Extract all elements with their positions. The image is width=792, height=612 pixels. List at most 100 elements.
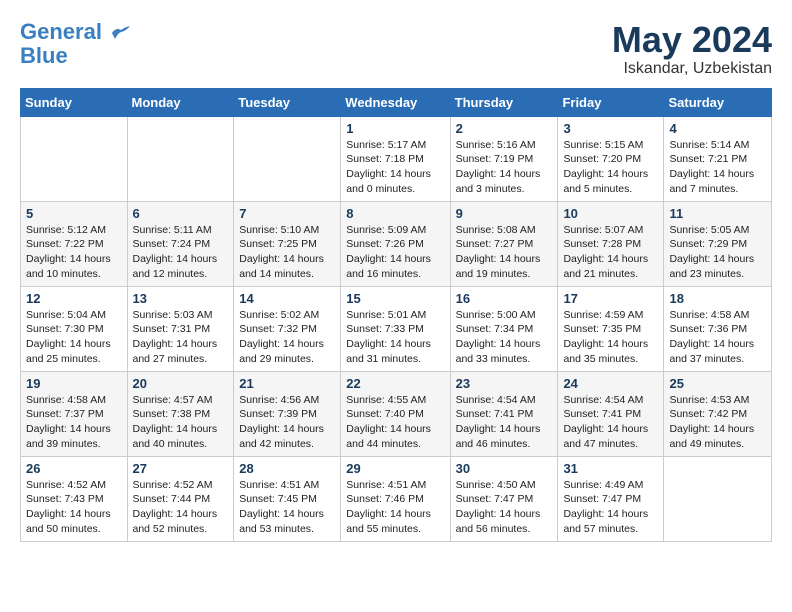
calendar-cell: 21 Sunrise: 4:56 AMSunset: 7:39 PMDayligh…	[234, 371, 341, 456]
calendar-cell: 16Sunrise: 5:00 AMSunset: 7:34 PMDayligh…	[450, 286, 558, 371]
calendar-week-row: 1 Sunrise: 5:17 AMSunset: 7:18 PMDaylight…	[21, 116, 772, 201]
day-number: 29	[346, 461, 444, 476]
day-info: Sunrise: 5:08 AMSunset: 7:27 PMDaylight:…	[456, 223, 553, 282]
weekday-header-sunday: Sunday	[21, 88, 128, 116]
day-number: 15	[346, 291, 444, 306]
weekday-header-wednesday: Wednesday	[341, 88, 450, 116]
day-info: Sunrise: 5:07 AMSunset: 7:28 PMDaylight:…	[563, 223, 658, 282]
calendar-cell: 6 Sunrise: 5:11 AMSunset: 7:24 PMDaylight…	[127, 201, 234, 286]
calendar-cell: 18 Sunrise: 4:58 AMSunset: 7:36 PMDayligh…	[664, 286, 772, 371]
day-number: 26	[26, 461, 122, 476]
day-number: 24	[563, 376, 658, 391]
day-info: Sunrise: 4:52 AMSunset: 7:44 PMDaylight:…	[133, 478, 229, 537]
day-info: Sunrise: 5:14 AMSunset: 7:21 PMDaylight:…	[669, 138, 766, 197]
calendar-cell: 17 Sunrise: 4:59 AMSunset: 7:35 PMDayligh…	[558, 286, 664, 371]
day-info: Sunrise: 5:16 AMSunset: 7:19 PMDaylight:…	[456, 138, 553, 197]
day-info: Sunrise: 4:58 AMSunset: 7:37 PMDaylight:…	[26, 393, 122, 452]
calendar-cell: 9Sunrise: 5:08 AMSunset: 7:27 PMDaylight…	[450, 201, 558, 286]
day-info: Sunrise: 5:09 AMSunset: 7:26 PMDaylight:…	[346, 223, 444, 282]
day-number: 3	[563, 121, 658, 136]
weekday-header-thursday: Thursday	[450, 88, 558, 116]
page-header: General Blue May 2024 Iskandar, Uzbekist…	[20, 20, 772, 78]
day-number: 1	[346, 121, 444, 136]
calendar-cell: 1 Sunrise: 5:17 AMSunset: 7:18 PMDaylight…	[341, 116, 450, 201]
day-info: Sunrise: 4:51 AMSunset: 7:46 PMDaylight:…	[346, 478, 444, 537]
day-number: 19	[26, 376, 122, 391]
day-info: Sunrise: 4:54 AMSunset: 7:41 PMDaylight:…	[456, 393, 553, 452]
day-info: Sunrise: 5:02 AMSunset: 7:32 PMDaylight:…	[239, 308, 335, 367]
day-info: Sunrise: 4:49 AMSunset: 7:47 PMDaylight:…	[563, 478, 658, 537]
calendar-cell: 19 Sunrise: 4:58 AMSunset: 7:37 PMDayligh…	[21, 371, 128, 456]
calendar-cell	[21, 116, 128, 201]
calendar-cell: 7 Sunrise: 5:10 AMSunset: 7:25 PMDaylight…	[234, 201, 341, 286]
calendar-week-row: 12Sunrise: 5:04 AMSunset: 7:30 PMDayligh…	[21, 286, 772, 371]
day-number: 21	[239, 376, 335, 391]
day-number: 31	[563, 461, 658, 476]
day-number: 14	[239, 291, 335, 306]
calendar-cell: 27 Sunrise: 4:52 AMSunset: 7:44 PMDayligh…	[127, 456, 234, 541]
day-info: Sunrise: 4:55 AMSunset: 7:40 PMDaylight:…	[346, 393, 444, 452]
logo: General Blue	[20, 20, 132, 68]
calendar-table: SundayMondayTuesdayWednesdayThursdayFrid…	[20, 88, 772, 542]
calendar-cell: 29 Sunrise: 4:51 AMSunset: 7:46 PMDayligh…	[341, 456, 450, 541]
day-number: 28	[239, 461, 335, 476]
day-info: Sunrise: 4:56 AMSunset: 7:39 PMDaylight:…	[239, 393, 335, 452]
calendar-cell: 30Sunrise: 4:50 AMSunset: 7:47 PMDayligh…	[450, 456, 558, 541]
day-info: Sunrise: 4:53 AMSunset: 7:42 PMDaylight:…	[669, 393, 766, 452]
day-info: Sunrise: 4:54 AMSunset: 7:41 PMDaylight:…	[563, 393, 658, 452]
calendar-cell: 25 Sunrise: 4:53 AMSunset: 7:42 PMDayligh…	[664, 371, 772, 456]
day-info: Sunrise: 4:57 AMSunset: 7:38 PMDaylight:…	[133, 393, 229, 452]
calendar-cell: 10 Sunrise: 5:07 AMSunset: 7:28 PMDayligh…	[558, 201, 664, 286]
day-number: 18	[669, 291, 766, 306]
calendar-week-row: 5Sunrise: 5:12 AMSunset: 7:22 PMDaylight…	[21, 201, 772, 286]
day-info: Sunrise: 5:17 AMSunset: 7:18 PMDaylight:…	[346, 138, 444, 197]
day-number: 11	[669, 206, 766, 221]
day-info: Sunrise: 4:58 AMSunset: 7:36 PMDaylight:…	[669, 308, 766, 367]
month-year-title: May 2024	[612, 20, 772, 60]
logo-blue: Blue	[20, 44, 68, 68]
logo-text: General	[20, 20, 132, 44]
day-info: Sunrise: 5:11 AMSunset: 7:24 PMDaylight:…	[133, 223, 229, 282]
calendar-cell: 20 Sunrise: 4:57 AMSunset: 7:38 PMDayligh…	[127, 371, 234, 456]
calendar-cell: 24 Sunrise: 4:54 AMSunset: 7:41 PMDayligh…	[558, 371, 664, 456]
day-number: 17	[563, 291, 658, 306]
day-info: Sunrise: 5:00 AMSunset: 7:34 PMDaylight:…	[456, 308, 553, 367]
calendar-cell	[234, 116, 341, 201]
calendar-week-row: 26 Sunrise: 4:52 AMSunset: 7:43 PMDayligh…	[21, 456, 772, 541]
day-number: 4	[669, 121, 766, 136]
calendar-cell: 23 Sunrise: 4:54 AMSunset: 7:41 PMDayligh…	[450, 371, 558, 456]
day-number: 12	[26, 291, 122, 306]
weekday-header-row: SundayMondayTuesdayWednesdayThursdayFrid…	[21, 88, 772, 116]
day-number: 27	[133, 461, 229, 476]
calendar-cell: 22Sunrise: 4:55 AMSunset: 7:40 PMDayligh…	[341, 371, 450, 456]
calendar-cell	[664, 456, 772, 541]
day-info: Sunrise: 4:59 AMSunset: 7:35 PMDaylight:…	[563, 308, 658, 367]
weekday-header-friday: Friday	[558, 88, 664, 116]
calendar-cell: 26 Sunrise: 4:52 AMSunset: 7:43 PMDayligh…	[21, 456, 128, 541]
day-info: Sunrise: 4:50 AMSunset: 7:47 PMDaylight:…	[456, 478, 553, 537]
day-info: Sunrise: 5:10 AMSunset: 7:25 PMDaylight:…	[239, 223, 335, 282]
calendar-cell: 13Sunrise: 5:03 AMSunset: 7:31 PMDayligh…	[127, 286, 234, 371]
day-number: 25	[669, 376, 766, 391]
day-number: 10	[563, 206, 658, 221]
weekday-header-saturday: Saturday	[664, 88, 772, 116]
day-info: Sunrise: 4:51 AMSunset: 7:45 PMDaylight:…	[239, 478, 335, 537]
day-number: 7	[239, 206, 335, 221]
day-number: 13	[133, 291, 229, 306]
location-subtitle: Iskandar, Uzbekistan	[612, 60, 772, 78]
day-number: 6	[133, 206, 229, 221]
day-number: 20	[133, 376, 229, 391]
day-number: 8	[346, 206, 444, 221]
calendar-cell: 11 Sunrise: 5:05 AMSunset: 7:29 PMDayligh…	[664, 201, 772, 286]
calendar-cell: 14 Sunrise: 5:02 AMSunset: 7:32 PMDayligh…	[234, 286, 341, 371]
day-info: Sunrise: 5:12 AMSunset: 7:22 PMDaylight:…	[26, 223, 122, 282]
calendar-cell: 28 Sunrise: 4:51 AMSunset: 7:45 PMDayligh…	[234, 456, 341, 541]
weekday-header-tuesday: Tuesday	[234, 88, 341, 116]
calendar-cell: 2 Sunrise: 5:16 AMSunset: 7:19 PMDaylight…	[450, 116, 558, 201]
day-number: 23	[456, 376, 553, 391]
day-info: Sunrise: 4:52 AMSunset: 7:43 PMDaylight:…	[26, 478, 122, 537]
day-info: Sunrise: 5:05 AMSunset: 7:29 PMDaylight:…	[669, 223, 766, 282]
day-info: Sunrise: 5:01 AMSunset: 7:33 PMDaylight:…	[346, 308, 444, 367]
day-number: 2	[456, 121, 553, 136]
weekday-header-monday: Monday	[127, 88, 234, 116]
